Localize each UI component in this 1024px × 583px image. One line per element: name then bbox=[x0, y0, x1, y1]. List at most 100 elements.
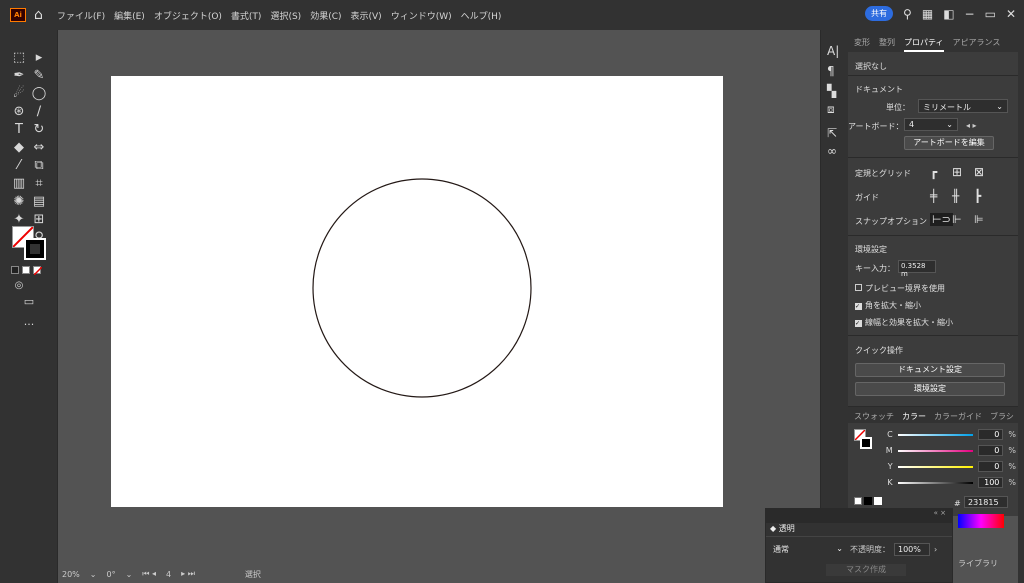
minimize-icon[interactable]: − bbox=[965, 7, 975, 21]
tab-align[interactable]: 整列 bbox=[879, 37, 895, 52]
magenta-input[interactable]: 0 bbox=[977, 445, 1004, 456]
black-input[interactable]: 100 bbox=[977, 477, 1004, 488]
artboard-number[interactable]: 4 bbox=[166, 570, 171, 579]
artboard-nav-icon[interactable]: ◂ ▸ bbox=[966, 121, 977, 130]
right-scrollbar[interactable] bbox=[1018, 30, 1024, 583]
gradient-tool-icon[interactable]: ▥ bbox=[10, 176, 28, 192]
ruler-icon[interactable]: ┏ bbox=[930, 165, 937, 179]
menu-select[interactable]: 選択(S) bbox=[270, 9, 301, 22]
transparency-grid-icon[interactable]: ⊠ bbox=[974, 165, 984, 179]
window-icon[interactable]: ◧ bbox=[943, 7, 954, 21]
chevron-down-icon[interactable]: ⌄ bbox=[126, 570, 133, 579]
transparency-tab[interactable]: ◆ 透明 bbox=[766, 523, 952, 537]
document-setup-button[interactable]: ドキュメント設定 bbox=[855, 363, 1005, 377]
black-slider[interactable] bbox=[897, 481, 973, 484]
stroke-swatch[interactable] bbox=[24, 238, 46, 260]
chevron-down-icon[interactable]: ⌄ bbox=[90, 570, 97, 579]
export-icon[interactable]: ⇱ bbox=[827, 126, 837, 140]
circle-shape[interactable] bbox=[312, 178, 532, 398]
type-tool-icon[interactable]: T bbox=[10, 122, 28, 138]
gradient-icon[interactable] bbox=[22, 266, 30, 274]
character-icon[interactable]: A| bbox=[827, 44, 839, 58]
tab-properties[interactable]: プロパティ bbox=[904, 37, 944, 52]
direct-selection-tool-icon[interactable]: ▸ bbox=[30, 50, 48, 66]
search-icon[interactable]: ⚲ bbox=[903, 7, 912, 21]
scale-strokes-checkbox[interactable]: ✓ 線幅と効果を拡大・縮小 bbox=[855, 317, 953, 328]
tab-swatches[interactable]: スウォッチ bbox=[854, 411, 894, 421]
lock-guides-icon[interactable]: ╫ bbox=[952, 189, 959, 203]
artboard[interactable] bbox=[111, 76, 723, 507]
curvature-tool-icon[interactable]: ✎ bbox=[30, 68, 48, 84]
links-icon[interactable]: ∞ bbox=[827, 144, 837, 158]
artboards-icon[interactable]: ⧈ bbox=[827, 102, 835, 117]
menu-file[interactable]: ファイル(F) bbox=[57, 9, 105, 22]
preferences-button[interactable]: 環境設定 bbox=[855, 382, 1005, 396]
blend-mode-select[interactable]: 通常 ⌄ bbox=[770, 543, 846, 556]
screen-mode-icon[interactable]: ▭ bbox=[20, 294, 38, 310]
unit-select[interactable]: ミリメートル ⌄ bbox=[918, 99, 1008, 113]
grid-icon[interactable]: ⊞ bbox=[952, 165, 962, 179]
more-tools-icon[interactable]: ··· bbox=[20, 317, 38, 333]
artboard-next-icon[interactable]: ▸ ⏭ bbox=[181, 569, 195, 579]
color-stroke-swatch[interactable] bbox=[860, 437, 872, 449]
snap-point-icon[interactable]: ⊩ bbox=[952, 213, 962, 226]
layout-icon[interactable]: ▦ bbox=[922, 7, 933, 21]
pen-tool-icon[interactable]: ✒ bbox=[10, 68, 28, 84]
none-icon[interactable] bbox=[854, 497, 862, 505]
snap-glyph-icon[interactable]: ⊫ bbox=[974, 213, 984, 226]
none-icon[interactable] bbox=[33, 266, 42, 275]
menu-help[interactable]: ヘルプ(H) bbox=[461, 9, 502, 22]
blend-tool-icon[interactable]: ⧉ bbox=[30, 158, 48, 174]
scale-corners-checkbox[interactable]: ✓ 角を拡大・縮小 bbox=[855, 300, 921, 311]
panel-controls[interactable]: « × bbox=[766, 509, 952, 523]
tab-appearance[interactable]: アピアランス bbox=[953, 37, 1001, 52]
color-icon[interactable] bbox=[11, 266, 19, 274]
shape-builder-tool-icon[interactable]: ⊛ bbox=[10, 104, 28, 120]
cyan-slider[interactable] bbox=[897, 433, 973, 436]
ellipse-tool-icon[interactable]: ◯ bbox=[30, 86, 48, 102]
graph-tool-icon[interactable]: ▤ bbox=[30, 194, 48, 210]
zoom-level[interactable]: 20% bbox=[62, 570, 80, 579]
menu-effect[interactable]: 効果(C) bbox=[310, 9, 341, 22]
lasso-tool-icon[interactable]: ☄ bbox=[10, 86, 28, 102]
keyboard-increment-input[interactable]: 0.3528 m bbox=[898, 260, 936, 278]
close-icon[interactable]: ✕ bbox=[1006, 7, 1016, 21]
width-tool-icon[interactable]: ⇔ bbox=[30, 140, 48, 156]
preview-bounds-checkbox[interactable]: プレビュー境界を使用 bbox=[855, 283, 945, 294]
layers-icon[interactable]: ▚ bbox=[827, 84, 836, 98]
eyedropper-tool-icon[interactable]: ⁄ bbox=[10, 158, 28, 174]
magenta-slider[interactable] bbox=[897, 449, 973, 452]
eraser-tool-icon[interactable]: ◆ bbox=[10, 140, 28, 156]
smart-guides-icon[interactable]: ┣ bbox=[974, 189, 981, 203]
tab-transform[interactable]: 変形 bbox=[854, 37, 870, 52]
menu-view[interactable]: 表示(V) bbox=[351, 9, 382, 22]
restore-icon[interactable]: ▭ bbox=[985, 7, 996, 21]
paragraph-icon[interactable]: ¶ bbox=[827, 64, 835, 78]
opacity-arrow-icon[interactable]: › bbox=[934, 545, 937, 554]
libraries-tab[interactable]: ライブラリ bbox=[958, 558, 998, 569]
guides-icon[interactable]: ╪ bbox=[930, 189, 937, 203]
snap-pixel-icon[interactable]: ⊢⊃ bbox=[930, 213, 953, 226]
rotate-tool-icon[interactable]: ↻ bbox=[30, 122, 48, 138]
home-icon[interactable]: ⌂ bbox=[34, 7, 43, 23]
yellow-slider[interactable] bbox=[897, 465, 973, 468]
selection-tool-icon[interactable]: ⬚ bbox=[10, 50, 28, 66]
symbol-sprayer-tool-icon[interactable]: ✺ bbox=[10, 194, 28, 210]
edit-artboards-button[interactable]: アートボードを編集 bbox=[904, 136, 994, 150]
opacity-input[interactable]: 100% bbox=[894, 543, 930, 556]
tab-color-guide[interactable]: カラーガイド bbox=[934, 411, 982, 421]
mesh-tool-icon[interactable]: ⌗ bbox=[30, 176, 48, 192]
hex-input[interactable]: 231815 bbox=[964, 496, 1008, 508]
tab-brushes[interactable]: ブラシ bbox=[990, 411, 1014, 421]
menu-object[interactable]: オブジェクト(O) bbox=[154, 9, 222, 22]
share-button[interactable]: 共有 bbox=[865, 6, 894, 21]
artboard-select[interactable]: 4 ⌄ bbox=[904, 118, 958, 131]
draw-mode-icon[interactable]: ◎ bbox=[10, 278, 28, 294]
tab-color[interactable]: カラー bbox=[902, 411, 926, 421]
black-swatch[interactable] bbox=[864, 497, 872, 505]
menu-window[interactable]: ウィンドウ(W) bbox=[391, 9, 452, 22]
make-mask-button[interactable]: マスク作成 bbox=[826, 564, 906, 576]
cyan-input[interactable]: 0 bbox=[977, 429, 1004, 440]
artboard-prev-icon[interactable]: ⏮ ◂ bbox=[142, 569, 156, 579]
brush-tool-icon[interactable]: ∕ bbox=[30, 104, 48, 120]
